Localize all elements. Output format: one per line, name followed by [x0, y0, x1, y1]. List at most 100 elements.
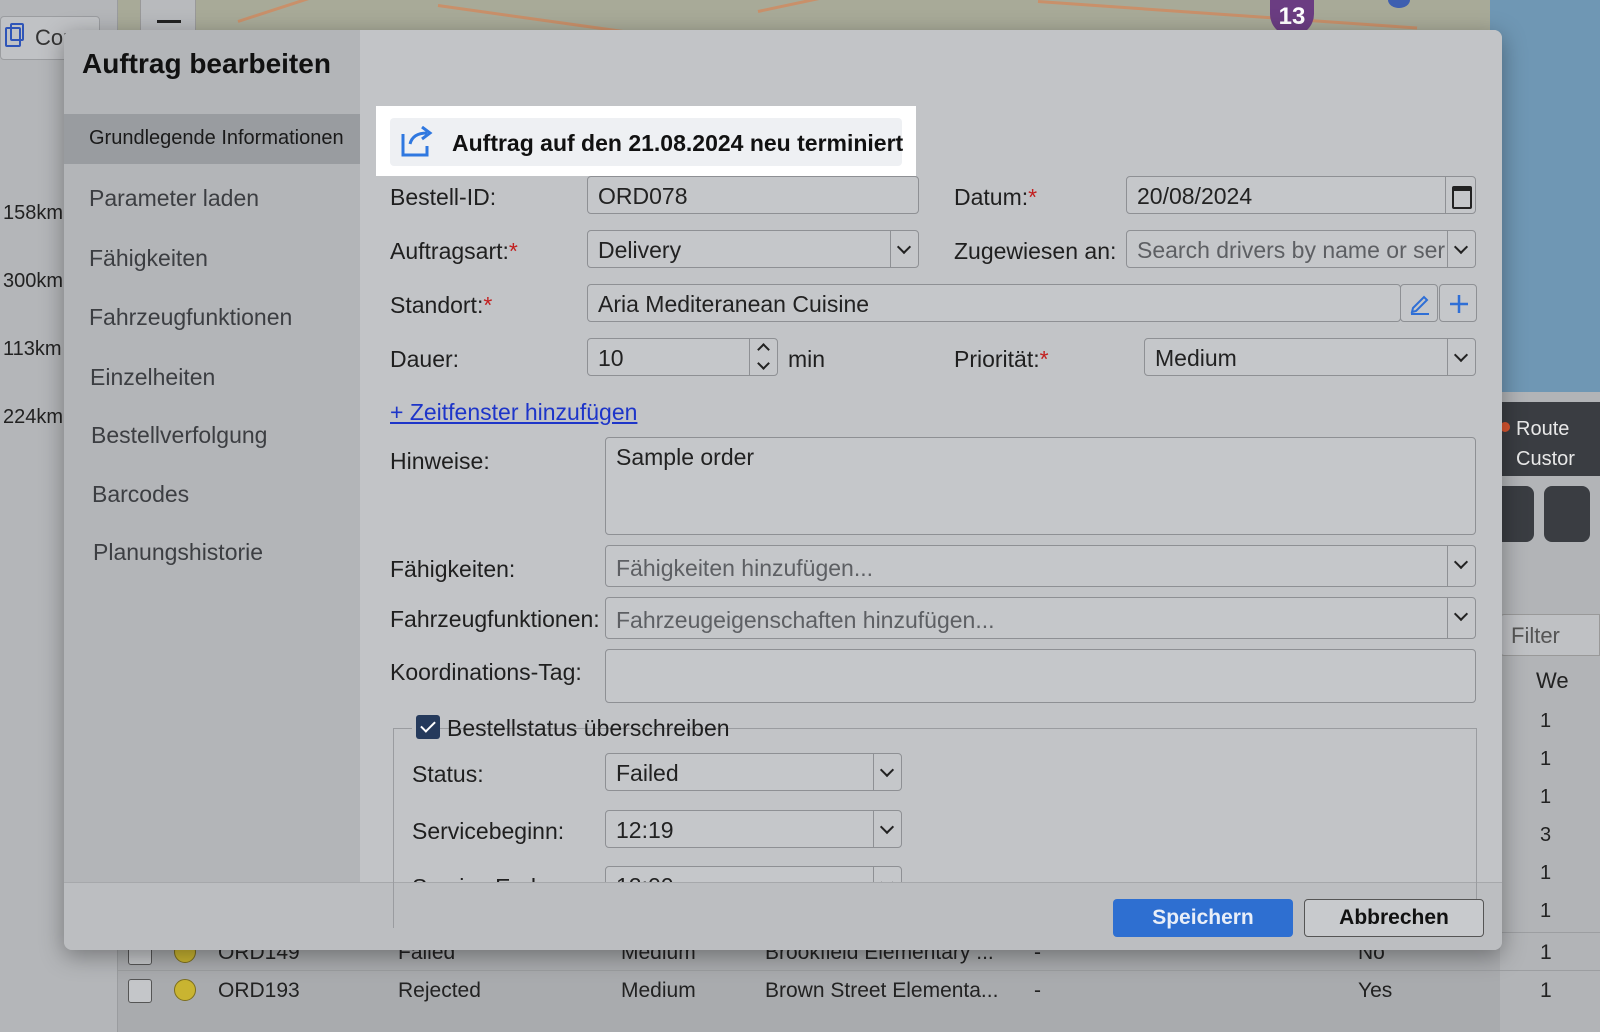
override-status-legend[interactable]: Bestellstatus überschreiben	[412, 714, 730, 744]
table-cell-count: 1	[1540, 862, 1552, 884]
assigned-to-label: Zugewiesen an:	[954, 238, 1117, 264]
order-type-select[interactable]: Delivery	[587, 230, 919, 268]
column-header[interactable]: We	[1536, 668, 1569, 694]
required-asterisk: *	[1028, 184, 1038, 210]
map-water	[1490, 0, 1600, 400]
service-end-row-clipped: Service Ende: 12:00	[400, 866, 920, 882]
notes-textarea[interactable]: Sample order	[605, 437, 1476, 535]
table-cell-count: 1	[1540, 900, 1552, 922]
sidebar-item-load-parameters[interactable]: Parameter laden	[64, 172, 360, 222]
skills-label: Fähigkeiten:	[390, 556, 516, 582]
sidebar-item-label: Parameter laden	[89, 185, 260, 211]
duration-label: Dauer:	[390, 346, 460, 372]
skills-select[interactable]: Fähigkeiten hinzufügen...	[605, 545, 1476, 587]
chevron-down-icon[interactable]	[1447, 546, 1475, 586]
row-order-id: ORD193	[218, 979, 300, 1002]
coordination-tag-field[interactable]	[605, 649, 1476, 703]
plus-icon	[1450, 295, 1468, 313]
row-checkbox[interactable]	[128, 979, 152, 1003]
priority-select[interactable]: Medium	[1144, 338, 1476, 376]
reschedule-arrow-icon	[401, 126, 433, 157]
service-start-select[interactable]: 12:19	[605, 810, 902, 848]
stepper-arrows-icon[interactable]	[749, 339, 777, 375]
row-location: Brown Street Elementa...	[765, 979, 999, 1002]
sidebar-item-planning-history[interactable]: Planungshistorie	[64, 526, 360, 576]
chevron-down-icon[interactable]	[1447, 339, 1475, 375]
vehicle-features-select[interactable]: Fahrzeugeigenschaften hinzufügen...	[605, 597, 1476, 639]
route-legend-line2: Custor	[1516, 448, 1575, 470]
add-time-window-link[interactable]: + Zeitfenster hinzufügen	[390, 399, 637, 426]
table-row[interactable]: ORD193 Rejected Medium Brown Street Elem…	[118, 970, 1600, 1010]
calendar-icon[interactable]	[1445, 177, 1475, 213]
service-start-value: 12:19	[616, 817, 674, 843]
chevron-down-icon[interactable]	[873, 754, 901, 790]
date-label: Datum:*	[954, 184, 1038, 210]
sidebar-item-label: Grundlegende Informationen	[89, 127, 344, 149]
driver-search-placeholder: Search drivers by name or ser	[1137, 237, 1446, 263]
driver-search-select[interactable]: Search drivers by name or ser	[1126, 230, 1476, 268]
zoom-out-button[interactable]	[140, 0, 196, 32]
chevron-down-icon[interactable]	[1447, 598, 1475, 638]
required-asterisk: *	[483, 292, 493, 318]
chevron-down-icon[interactable]	[873, 867, 901, 882]
row-priority: Medium	[621, 979, 696, 1002]
order-id-field[interactable]: ORD078	[587, 176, 919, 214]
duration-value: 10	[598, 345, 624, 371]
route-legend[interactable]: Route Custor	[1500, 402, 1600, 476]
route-distance: 224km	[3, 406, 64, 428]
date-value: 20/08/2024	[1137, 183, 1253, 209]
status-dot	[174, 979, 196, 1001]
status-value: Failed	[616, 760, 679, 786]
sidebar-item-label: Barcodes	[92, 481, 190, 507]
route-distance: 300km	[3, 270, 64, 292]
route-distance: 158km	[3, 202, 64, 224]
sidebar-item-vehicle-features[interactable]: Fahrzeugfunktionen	[64, 291, 360, 341]
reschedule-notification: Auftrag auf den 21.08.2024 neu terminier…	[376, 106, 916, 176]
priority-value: Medium	[1155, 345, 1237, 371]
route-legend-line1: Route	[1516, 418, 1570, 440]
row-flag: Yes	[1358, 979, 1393, 1002]
notes-label: Hinweise:	[390, 448, 490, 474]
filter-input[interactable]: Filter	[1500, 614, 1600, 656]
chevron-down-icon[interactable]	[873, 811, 901, 847]
save-button[interactable]: Speichern	[1113, 899, 1293, 937]
sidebar-item-order-tracking[interactable]: Bestellverfolgung	[64, 409, 360, 459]
location-field[interactable]: Aria Mediteranean Cuisine	[587, 284, 1401, 322]
duration-unit: min	[788, 346, 826, 372]
override-status-checkbox[interactable]	[416, 715, 440, 739]
notification-body: Auftrag auf den 21.08.2024 neu terminier…	[390, 118, 904, 166]
sidebar-item-details[interactable]: Einzelheiten	[64, 351, 360, 401]
add-location-button[interactable]	[1439, 284, 1477, 322]
date-field[interactable]: 20/08/2024	[1126, 176, 1476, 214]
row-count: 1	[1540, 979, 1552, 1002]
sidebar-item-label: Einzelheiten	[90, 364, 216, 390]
route-distance: 113km	[3, 338, 62, 360]
sidebar-item-label: Fahrzeugfunktionen	[89, 304, 293, 330]
chevron-down-icon[interactable]	[890, 231, 918, 267]
table-cell-count: 1	[1540, 748, 1552, 770]
table-cell-count: 3	[1540, 824, 1552, 846]
edit-location-button[interactable]	[1400, 284, 1438, 322]
sidebar-item-basic-info[interactable]: Grundlegende Informationen	[64, 114, 360, 164]
order-type-label: Auftragsart:*	[390, 238, 518, 264]
table-cell-count: 1	[1540, 710, 1552, 732]
status-select[interactable]: Failed	[605, 753, 902, 791]
order-type-value: Delivery	[598, 237, 682, 263]
sidebar-item-barcodes[interactable]: Barcodes	[64, 468, 360, 518]
service-end-select[interactable]: 12:00	[605, 866, 902, 882]
override-status-label: Bestellstatus überschreiben	[447, 715, 730, 741]
cancel-button[interactable]: Abbrechen	[1304, 899, 1484, 937]
sidebar-item-label: Planungshistorie	[93, 539, 264, 565]
vehicle-features-placeholder: Fahrzeugeigenschaften hinzufügen...	[616, 607, 995, 633]
chevron-down-icon[interactable]	[1447, 231, 1475, 267]
pencil-icon	[1410, 295, 1429, 315]
sidebar-item-skills[interactable]: Fähigkeiten	[64, 232, 360, 282]
row-count: 1	[1540, 941, 1552, 964]
duration-stepper[interactable]: 10	[587, 338, 778, 376]
location-pin-icon[interactable]	[1544, 486, 1590, 542]
sidebar-item-label: Bestellverfolgung	[91, 422, 268, 448]
notification-text: Auftrag auf den 21.08.2024 neu terminier…	[452, 130, 904, 156]
copy-icon-back	[5, 27, 21, 47]
service-end-label: Service Ende:	[412, 874, 555, 882]
location-label: Standort:*	[390, 292, 493, 318]
